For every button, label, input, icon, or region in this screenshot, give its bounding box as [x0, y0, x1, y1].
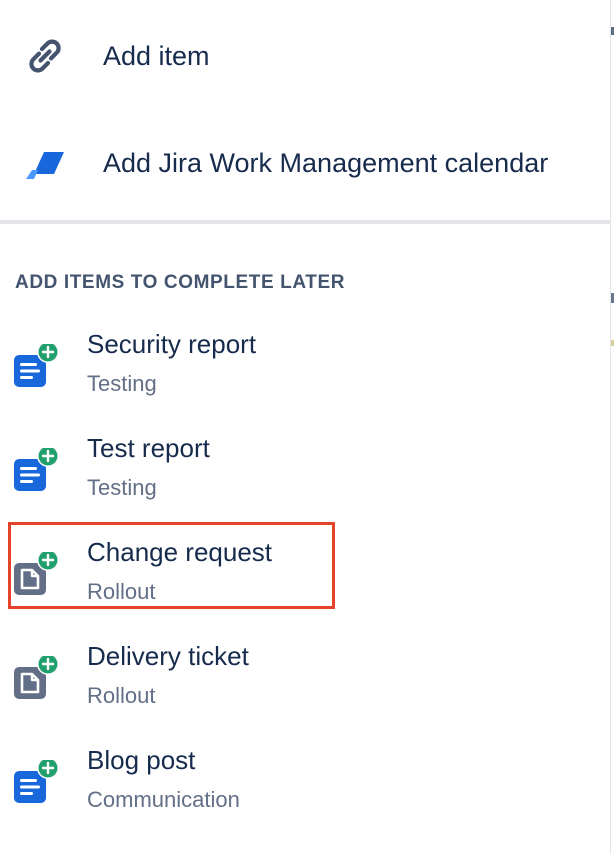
add-item-menu: Add item Add Jira Work Management calend…: [0, 0, 611, 854]
gray-file-add-icon: [12, 549, 64, 604]
blue-document-add-icon: [12, 341, 64, 396]
later-item-title: Change request: [87, 537, 273, 567]
later-item-title: Test report: [87, 433, 210, 463]
add-jira-work-management-calendar-button[interactable]: Add Jira Work Management calendar: [0, 133, 610, 193]
blue-document-add-icon: [12, 445, 64, 500]
later-item-partially-visible[interactable]: [0, 844, 610, 854]
add-jira-work-management-calendar-label: Add Jira Work Management calendar: [103, 148, 549, 178]
later-item-title: Blog post: [87, 745, 196, 775]
later-item-subtitle: Testing: [87, 371, 157, 396]
section-heading: ADD ITEMS TO COMPLETE LATER: [15, 272, 346, 293]
later-item-title: Security report: [87, 329, 257, 359]
later-item-change-request[interactable]: Change request Rollout: [0, 532, 610, 626]
blue-document-add-icon: [12, 757, 64, 812]
later-item-subtitle: Rollout: [87, 579, 156, 604]
later-item-security-report[interactable]: Security report Testing: [0, 324, 610, 418]
jira-work-management-logo-icon: [24, 143, 66, 183]
later-item-test-report[interactable]: Test report Testing: [0, 428, 610, 522]
add-item-button[interactable]: Add item: [0, 26, 610, 86]
later-item-delivery-ticket[interactable]: Delivery ticket Rollout: [0, 636, 610, 730]
later-item-blog-post[interactable]: Blog post Communication: [0, 740, 610, 834]
later-item-subtitle: Testing: [87, 475, 157, 500]
section-divider: [0, 220, 610, 224]
later-item-subtitle: Rollout: [87, 683, 156, 708]
add-item-label: Add item: [103, 41, 210, 71]
link-icon: [24, 36, 66, 76]
later-item-title: Delivery ticket: [87, 641, 249, 671]
gray-file-add-icon: [12, 653, 64, 708]
later-item-subtitle: Communication: [87, 787, 240, 812]
